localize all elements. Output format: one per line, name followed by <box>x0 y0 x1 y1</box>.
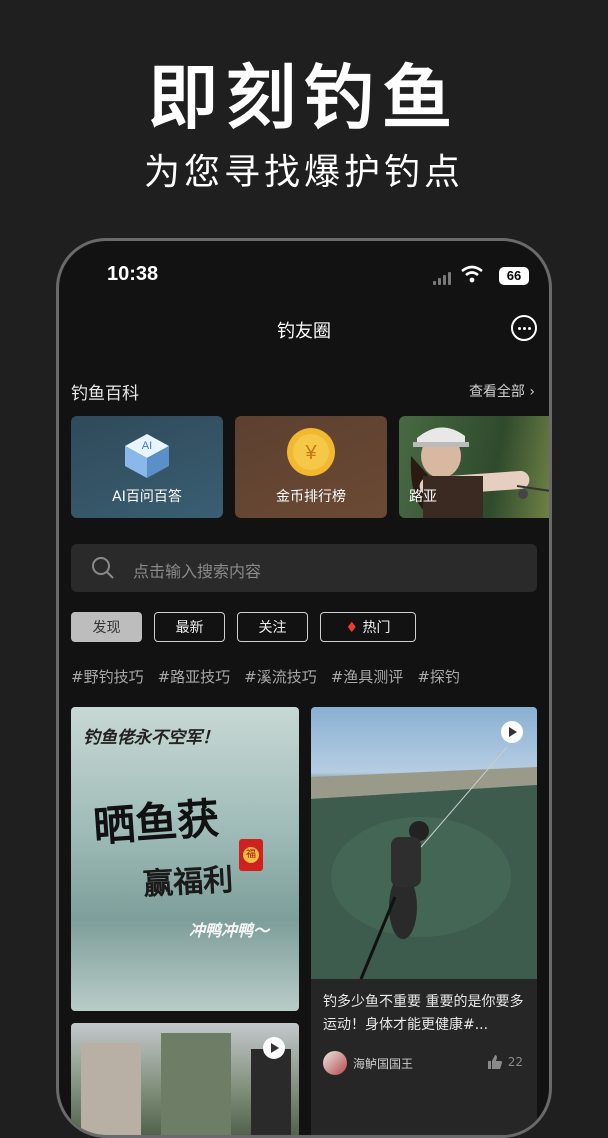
tab-hot-label: 热门 <box>362 620 391 636</box>
promo-line1: 钓鱼佬永不空军！ <box>83 728 219 748</box>
tab-hot[interactable]: ♦ 热门 <box>320 612 416 642</box>
hero-subtitle: 为您寻找爆护钓点 <box>143 152 464 193</box>
tag-stream[interactable]: #溪流技巧 <box>244 666 317 687</box>
thumbs-up-icon <box>487 1055 502 1069</box>
topic-tags: #野钓技巧 #路亚技巧 #溪流技巧 #渔具测评 #探钓 <box>71 666 460 687</box>
like-button[interactable]: 22 <box>487 1055 523 1069</box>
card-label: AI百问百答 <box>112 489 182 505</box>
ai-qa-card[interactable]: AI AI百问百答 <box>71 416 223 518</box>
message-icon[interactable] <box>511 315 537 341</box>
coin-icon: ¥ <box>287 428 335 476</box>
search-input[interactable]: 点击输入搜索内容 <box>71 544 537 592</box>
video-post-card[interactable]: 钓多少鱼不重要 重要的是你要多运动！身体才能更健康#... 海鲈国国王 22 <box>311 707 537 1135</box>
tag-wild-fishing[interactable]: #野钓技巧 <box>71 666 144 687</box>
coin-ranking-card[interactable]: ¥ 金币排行榜 <box>235 416 387 518</box>
hero-title: 即刻钓鱼 <box>148 57 460 139</box>
card-label: 金币排行榜 <box>276 489 346 505</box>
angler-scene <box>311 746 537 979</box>
status-bar: 10:38 66 <box>59 261 549 291</box>
svg-text:AI: AI <box>142 440 152 452</box>
search-icon <box>92 557 114 579</box>
search-placeholder: 点击输入搜索内容 <box>133 562 262 581</box>
ai-cube-icon: AI <box>125 434 169 478</box>
play-icon[interactable] <box>263 1037 285 1059</box>
avatar <box>323 1051 347 1075</box>
post-text: 钓多少鱼不重要 重要的是你要多运动！身体才能更健康#... <box>323 994 524 1033</box>
phone-frame: 10:38 66 钓友圈 钓鱼百科 查看全部 › AI AI百问百答 ¥ 金币排 <box>56 238 552 1138</box>
promo-line3: 赢福利 <box>142 862 235 903</box>
page-title: 钓友圈 <box>277 321 331 342</box>
play-icon[interactable] <box>501 721 523 743</box>
flame-icon: ♦ <box>345 620 359 636</box>
author-name: 海鲈国国王 <box>353 1056 414 1071</box>
wiki-section-title: 钓鱼百科 <box>71 384 139 404</box>
status-time: 10:38 <box>107 263 159 285</box>
tab-following[interactable]: 关注 <box>237 612 308 642</box>
card-label: 路亚 <box>409 489 437 505</box>
lure-card[interactable]: 路亚 <box>399 416 549 518</box>
promo-post-card[interactable]: 钓鱼佬永不空军！ 晒鱼获 赢福利 福 冲鸭冲鸭～ <box>71 707 299 1011</box>
post-author[interactable]: 海鲈国国王 <box>323 1051 413 1075</box>
red-envelope-icon: 福 <box>239 839 263 871</box>
tag-gear-review[interactable]: #渔具测评 <box>331 666 404 687</box>
promo-line4: 冲鸭冲鸭～ <box>189 921 270 940</box>
tab-latest[interactable]: 最新 <box>154 612 225 642</box>
tab-discover[interactable]: 发现 <box>71 612 142 642</box>
video-post-card-2[interactable] <box>71 1023 299 1135</box>
battery-icon: 66 <box>499 267 529 285</box>
cellular-signal-icon <box>433 271 451 285</box>
see-all-link[interactable]: 查看全部 › <box>469 381 535 401</box>
svg-text:¥: ¥ <box>304 442 317 464</box>
promo-line2: 晒鱼获 <box>91 793 221 852</box>
wifi-icon <box>461 265 483 283</box>
post-thumbnail <box>311 707 537 979</box>
tag-lure[interactable]: #路亚技巧 <box>158 666 231 687</box>
feed-tabs: 发现 最新 关注 ♦ 热门 <box>71 612 416 642</box>
like-count: 22 <box>507 1055 523 1069</box>
tag-explore[interactable]: #探钓 <box>417 666 460 687</box>
